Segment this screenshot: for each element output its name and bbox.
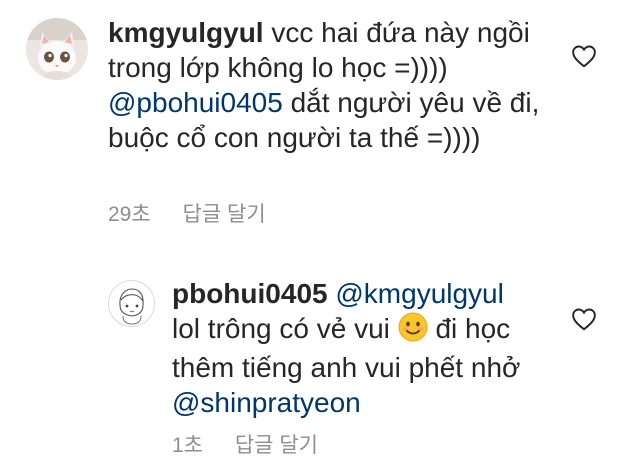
comment-username[interactable]: pbohui0405: [172, 278, 328, 309]
comment-meta: 29초 답글 달기: [108, 198, 292, 228]
comment-timestamp: 29초: [108, 203, 151, 226]
reply-text: pbohui0405 @kmgyulgyul lol trông có vẻ v…: [172, 276, 552, 420]
avatar[interactable]: [108, 280, 155, 327]
mention-link[interactable]: @pbohui0405: [108, 87, 283, 118]
cat-avatar-image: [26, 18, 88, 80]
comment-username[interactable]: kmgyulgyul: [108, 17, 264, 48]
like-heart-icon[interactable]: [571, 44, 597, 73]
comment-text: kmgyulgyul vcc hai đứa này ngồi trong lớ…: [108, 15, 548, 155]
reply-button[interactable]: 답글 달기: [183, 203, 266, 226]
reply-button[interactable]: 답글 달기: [235, 434, 318, 457]
mention-link[interactable]: @kmgyulgyul: [335, 278, 503, 309]
comment-body: lol trông có vẻ vui: [172, 313, 390, 344]
mention-link[interactable]: @shinpratyeon: [172, 387, 361, 418]
like-heart-icon[interactable]: [571, 307, 597, 336]
sketch-avatar-image: [119, 288, 144, 325]
comment-meta: 1초 답글 달기: [172, 429, 344, 459]
avatar[interactable]: [26, 18, 88, 80]
smiling-face-emoji-icon: [398, 312, 428, 350]
comment-timestamp: 1초: [172, 434, 203, 457]
